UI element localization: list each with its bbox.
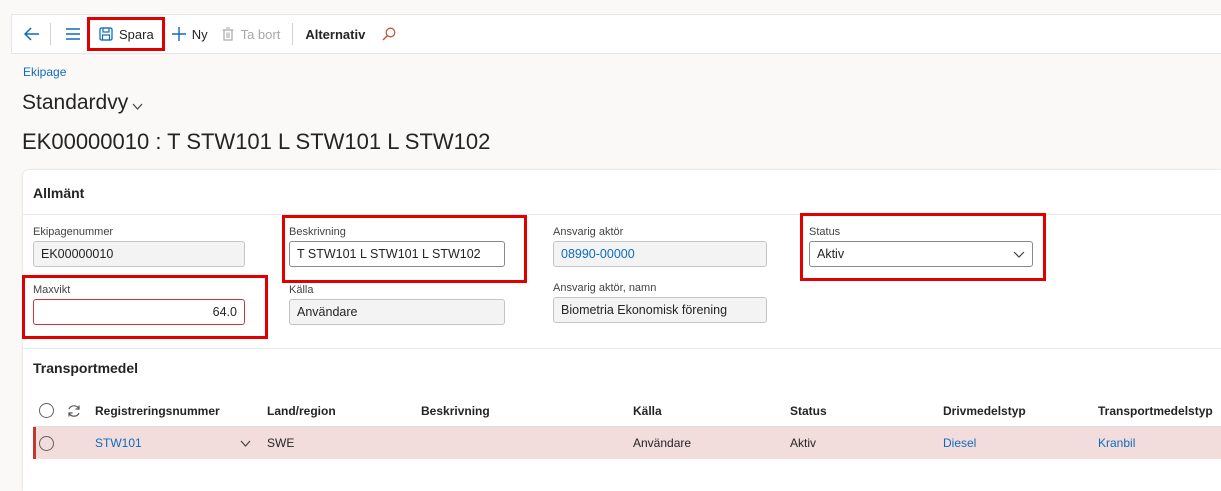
land-cell[interactable]: SWE [259, 427, 413, 459]
maxvikt-field: Maxvikt 64.0 [33, 284, 245, 325]
reg-value[interactable]: STW101 [95, 436, 142, 450]
ekipagenummer-label: Ekipagenummer [33, 226, 114, 238]
chevron-down-icon [1013, 247, 1025, 261]
hamburger-icon[interactable] [61, 22, 85, 46]
column-header-kalla[interactable]: Källa [625, 395, 782, 426]
search-icon[interactable] [377, 22, 401, 46]
select-all-radio[interactable] [33, 395, 63, 426]
ansvarig-aktor-namn-label: Ansvarig aktör, namn [553, 282, 657, 294]
chevron-down-icon[interactable] [240, 436, 251, 450]
new-button[interactable]: Ny [165, 20, 214, 48]
reg-cell[interactable]: STW101 [87, 427, 259, 459]
column-header-status[interactable]: Status [782, 395, 935, 426]
ekipagenummer-field: Ekipagenummer EK00000010 [33, 226, 245, 267]
options-tab[interactable]: Alternativ [299, 20, 371, 48]
save-button[interactable]: Spara [87, 17, 165, 51]
ekipagenummer-input[interactable]: EK00000010 [33, 241, 245, 267]
row-select-radio[interactable] [36, 427, 63, 459]
ansvarig-aktor-namn-field: Ansvarig aktör, namn Biometria Ekonomisk… [553, 282, 767, 323]
toolbar-divider [50, 23, 51, 45]
new-label: Ny [191, 26, 208, 42]
grid-header-row: Registreringsnummer Land/region Beskrivn… [33, 395, 1221, 427]
column-header-land-region[interactable]: Land/region [259, 395, 413, 426]
section-header-transport[interactable]: Transportmedel [33, 360, 138, 376]
maxvikt-input[interactable]: 64.0 [33, 299, 245, 325]
column-header-beskrivning[interactable]: Beskrivning [413, 395, 625, 426]
section-header-general[interactable]: Allmänt [33, 185, 84, 201]
status-value: Aktiv [817, 247, 845, 261]
refresh-icon[interactable] [63, 395, 87, 426]
section-divider [23, 348, 1221, 349]
back-arrow-icon[interactable] [20, 22, 44, 46]
ansvarig-aktor-input[interactable]: 08990-00000 [553, 241, 767, 267]
beskrivning-label: Beskrivning [289, 226, 346, 238]
radio-icon [39, 435, 54, 451]
plus-icon [171, 26, 187, 42]
drivmedel-cell[interactable]: Diesel [935, 427, 1090, 459]
row-spacer [63, 427, 87, 459]
delete-button[interactable]: Ta bort [214, 20, 287, 48]
status-cell: Aktiv [790, 436, 817, 450]
status-label: Status [809, 226, 841, 238]
view-selector[interactable]: Standardvy [22, 91, 143, 115]
action-toolbar: Spara Ny Ta bort Alternativ [11, 14, 1221, 54]
radio-icon [39, 403, 54, 418]
record-title: EK00000010 : T STW101 L STW101 L STW102 [22, 129, 491, 154]
breadcrumb[interactable]: Ekipage [23, 65, 66, 79]
ansvarig-aktor-field: Ansvarig aktör 08990-00000 [553, 226, 767, 267]
chevron-down-icon [132, 98, 143, 113]
delete-label: Ta bort [240, 26, 281, 42]
ansvarig-aktor-label: Ansvarig aktör [553, 226, 624, 238]
save-label: Spara [119, 26, 154, 42]
column-header-drivmedelstyp[interactable]: Drivmedelstyp [935, 395, 1090, 426]
transportmedelstyp-cell[interactable]: Kranbil [1090, 427, 1221, 459]
status-select[interactable]: Aktiv [809, 241, 1033, 267]
section-divider [23, 214, 1221, 215]
view-title: Standardvy [22, 91, 129, 114]
details-panel: Allmänt Ekipagenummer EK00000010 Beskriv… [23, 170, 1221, 491]
toolbar-divider [292, 23, 294, 45]
trash-icon [220, 26, 236, 42]
table-row[interactable]: STW101 SWE Användare Aktiv Diesel Kranbi… [33, 427, 1221, 459]
kalla-input[interactable]: Användare [289, 299, 505, 325]
beskrivning-cell[interactable] [413, 427, 625, 459]
beskrivning-input[interactable]: T STW101 L STW101 L STW102 [289, 241, 505, 267]
transport-grid: Registreringsnummer Land/region Beskrivn… [33, 395, 1221, 459]
beskrivning-field: Beskrivning T STW101 L STW101 L STW102 [289, 226, 505, 267]
kalla-cell: Användare [633, 436, 692, 450]
ansvarig-aktor-namn-input[interactable]: Biometria Ekonomisk förening [553, 297, 767, 323]
maxvikt-label: Maxvikt [33, 284, 71, 296]
status-field: Status Aktiv [809, 226, 1033, 267]
column-header-transportmedelstyp[interactable]: Transportmedelstyp [1090, 395, 1221, 426]
save-icon [98, 26, 114, 42]
kalla-field: Källa Användare [289, 284, 505, 325]
kalla-label: Källa [289, 284, 314, 296]
column-header-registreringsnummer[interactable]: Registreringsnummer [87, 395, 259, 426]
